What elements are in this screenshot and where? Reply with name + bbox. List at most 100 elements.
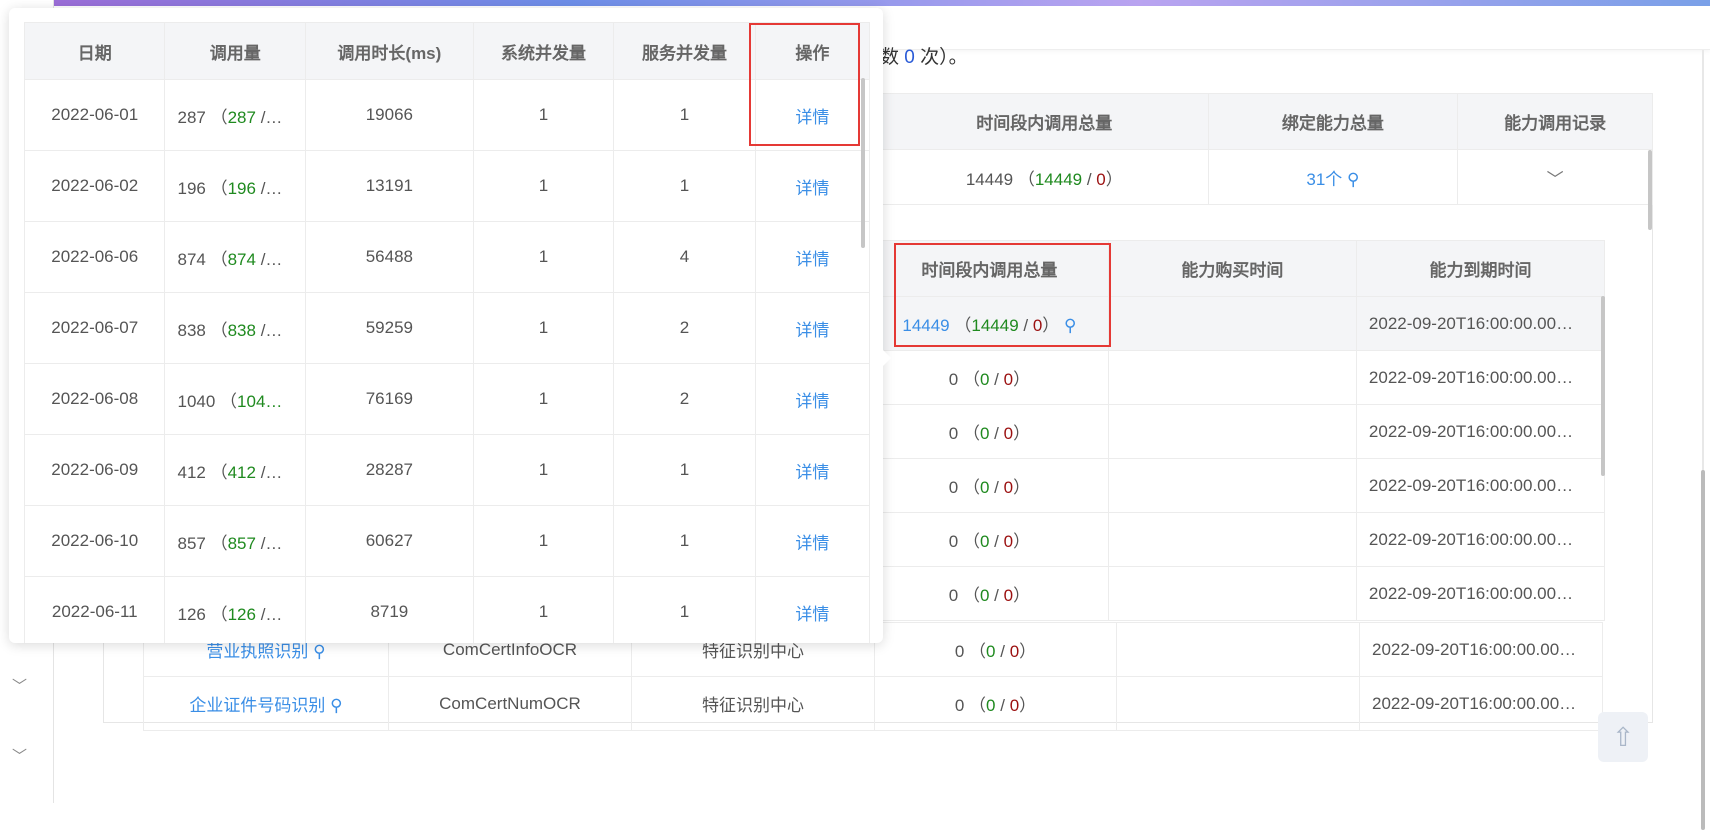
duration-cell: 60627 bbox=[304, 505, 474, 577]
col-header-date: 日期 bbox=[23, 22, 166, 80]
buy-time-cell bbox=[1107, 458, 1357, 513]
table-row: 14449 （14449 / 0） 31个 ⚲ ﹀ bbox=[880, 149, 1653, 205]
detail-link[interactable]: 详情 bbox=[754, 150, 871, 222]
table-row: 0 （0 / 0） 2022-09-20T16:00:00.00… bbox=[870, 404, 1606, 459]
table-row: 2022-06-02 196 （196 /… 13191 1 1 详情 bbox=[23, 150, 871, 222]
duration-cell: 56488 bbox=[304, 221, 474, 293]
table-row: 2022-06-11 126 （126 /… 8719 1 1 详情 bbox=[23, 576, 871, 643]
duration-cell: 59259 bbox=[304, 292, 474, 364]
table-row: 2022-06-07 838 （838 /… 59259 1 2 详情 bbox=[23, 292, 871, 364]
summary-table: 时间段内调用总量 绑定能力总量 能力调用记录 14449 （14449 / 0）… bbox=[880, 93, 1653, 205]
scrollbar[interactable] bbox=[1601, 296, 1605, 476]
detail-link[interactable]: 详情 bbox=[754, 505, 871, 577]
arrow-up-icon[interactable]: ⇧ bbox=[1598, 712, 1648, 762]
col-header: 能力到期时间 bbox=[1355, 240, 1606, 297]
search-icon[interactable]: ⚲ bbox=[330, 696, 342, 715]
buy-time-cell bbox=[1107, 350, 1357, 405]
highlight-box bbox=[894, 243, 1111, 347]
total-calls-cell: 0 （0 / 0） bbox=[870, 350, 1109, 405]
table-row: 0 （0 / 0） 2022-09-20T16:00:00.00… bbox=[870, 350, 1606, 405]
svc-cell: 2 bbox=[613, 363, 756, 435]
page-scrollbar[interactable] bbox=[1696, 50, 1710, 830]
sys-cell: 1 bbox=[472, 150, 615, 222]
total-calls-cell: 0 （0 / 0） bbox=[870, 458, 1109, 513]
duration-cell: 8719 bbox=[304, 576, 474, 643]
highlight-box bbox=[749, 23, 860, 146]
table-row: 2022-06-08 1040 （104… 76169 1 2 详情 bbox=[23, 363, 871, 435]
sys-cell: 1 bbox=[472, 79, 615, 151]
table-row: 0 （0 / 0） 2022-09-20T16:00:00.00… bbox=[870, 512, 1606, 567]
expire-time-cell: 2022-09-20T16:00:00.00… bbox=[1355, 458, 1606, 513]
popover-arrow bbox=[883, 350, 891, 366]
sys-cell: 1 bbox=[472, 576, 615, 643]
col-header-sys: 系统并发量 bbox=[472, 22, 615, 80]
duration-cell: 76169 bbox=[304, 363, 474, 435]
svc-cell: 4 bbox=[613, 221, 756, 293]
buy-time-cell bbox=[1107, 404, 1357, 459]
detail-link[interactable]: 详情 bbox=[754, 292, 871, 364]
detail-link[interactable]: 详情 bbox=[754, 576, 871, 643]
calls-cell: 1040 （104… bbox=[164, 363, 306, 435]
calls-cell: 412 （412 /… bbox=[164, 434, 306, 506]
svc-cell: 1 bbox=[613, 150, 756, 222]
center-cell: 特征识别中心 bbox=[631, 676, 875, 731]
scrollbar[interactable] bbox=[1648, 150, 1652, 230]
col-header-calls: 调用量 bbox=[164, 22, 306, 80]
date-cell: 2022-06-10 bbox=[23, 505, 166, 577]
col-header: 时间段内调用总量 bbox=[880, 93, 1209, 150]
date-cell: 2022-06-01 bbox=[23, 79, 166, 151]
search-icon[interactable]: ⚲ bbox=[313, 642, 325, 661]
table-row: 企业证件号码识别 ⚲ ComCertNumOCR 特征识别中心 0 （0 / 0… bbox=[143, 676, 1603, 731]
expand-cell[interactable]: ﹀ bbox=[1457, 149, 1653, 205]
date-cell: 2022-06-11 bbox=[23, 576, 166, 643]
duration-cell: 28287 bbox=[304, 434, 474, 506]
duration-cell: 13191 bbox=[304, 150, 474, 222]
daily-calls-table: 日期 调用量 调用时长(ms) 系统并发量 服务并发量 操作 2022-06-0… bbox=[23, 22, 871, 643]
expire-time-cell: 2022-09-20T16:00:00.00… bbox=[1359, 622, 1603, 677]
detail-link[interactable]: 详情 bbox=[754, 221, 871, 293]
svc-cell: 1 bbox=[613, 79, 756, 151]
expire-time-cell: 2022-09-20T16:00:00.00… bbox=[1359, 676, 1603, 731]
calls-cell: 874 （874 /… bbox=[164, 221, 306, 293]
table-row: 2022-06-06 874 （874 /… 56488 1 4 详情 bbox=[23, 221, 871, 293]
total-calls-cell: 0 （0 / 0） bbox=[870, 404, 1109, 459]
sys-cell: 1 bbox=[472, 221, 615, 293]
buy-time-cell bbox=[1116, 676, 1360, 731]
chevron-down-icon[interactable]: ﹀ bbox=[1547, 170, 1564, 189]
total-calls-cell: 0 （0 / 0） bbox=[870, 512, 1109, 567]
expire-time-cell: 2022-09-20T16:00:00.00… bbox=[1355, 512, 1606, 567]
popup-scrollbar[interactable] bbox=[861, 78, 865, 248]
table-row: 0 （0 / 0） 2022-09-20T16:00:00.00… bbox=[870, 458, 1606, 513]
detail-link[interactable]: 详情 bbox=[754, 363, 871, 435]
calls-cell: 196 （196 /… bbox=[164, 150, 306, 222]
total-calls-cell: 14449 （14449 / 0） bbox=[880, 149, 1209, 205]
ability-code-cell: ComCertNumOCR bbox=[388, 676, 632, 731]
buy-time-cell bbox=[1107, 512, 1357, 567]
chevron-down-icon[interactable]: ﹀ bbox=[12, 745, 27, 766]
buy-time-cell bbox=[1107, 566, 1357, 621]
total-calls-cell: 0 （0 / 0） bbox=[870, 566, 1109, 621]
table-row: 2022-06-01 287 （287 /… 19066 1 1 详情 bbox=[23, 79, 871, 151]
ability-name-cell[interactable]: 企业证件号码识别 ⚲ bbox=[143, 676, 389, 731]
calls-cell: 126 （126 /… bbox=[164, 576, 306, 643]
sys-cell: 1 bbox=[472, 363, 615, 435]
buy-time-cell bbox=[1116, 622, 1360, 677]
duration-cell: 19066 bbox=[304, 79, 474, 151]
chevron-down-icon[interactable]: ﹀ bbox=[12, 675, 27, 696]
search-icon[interactable]: ⚲ bbox=[1347, 170, 1359, 189]
date-cell: 2022-06-06 bbox=[23, 221, 166, 293]
table-row: 2022-06-09 412 （412 /… 28287 1 1 详情 bbox=[23, 434, 871, 506]
col-header-svc: 服务并发量 bbox=[613, 22, 756, 80]
svc-cell: 1 bbox=[613, 434, 756, 506]
col-header: 绑定能力总量 bbox=[1207, 93, 1459, 150]
expire-time-cell: 2022-09-20T16:00:00.00… bbox=[1355, 566, 1606, 621]
col-header: 能力调用记录 bbox=[1457, 93, 1653, 150]
calls-cell: 838 （838 /… bbox=[164, 292, 306, 364]
expire-time-cell: 2022-09-20T16:00:00.00… bbox=[1355, 404, 1606, 459]
detail-link[interactable]: 详情 bbox=[754, 434, 871, 506]
date-cell: 2022-06-07 bbox=[23, 292, 166, 364]
bound-ability-cell[interactable]: 31个 ⚲ bbox=[1207, 149, 1459, 205]
svc-cell: 1 bbox=[613, 576, 756, 643]
date-cell: 2022-06-09 bbox=[23, 434, 166, 506]
calls-cell: 857 （857 /… bbox=[164, 505, 306, 577]
